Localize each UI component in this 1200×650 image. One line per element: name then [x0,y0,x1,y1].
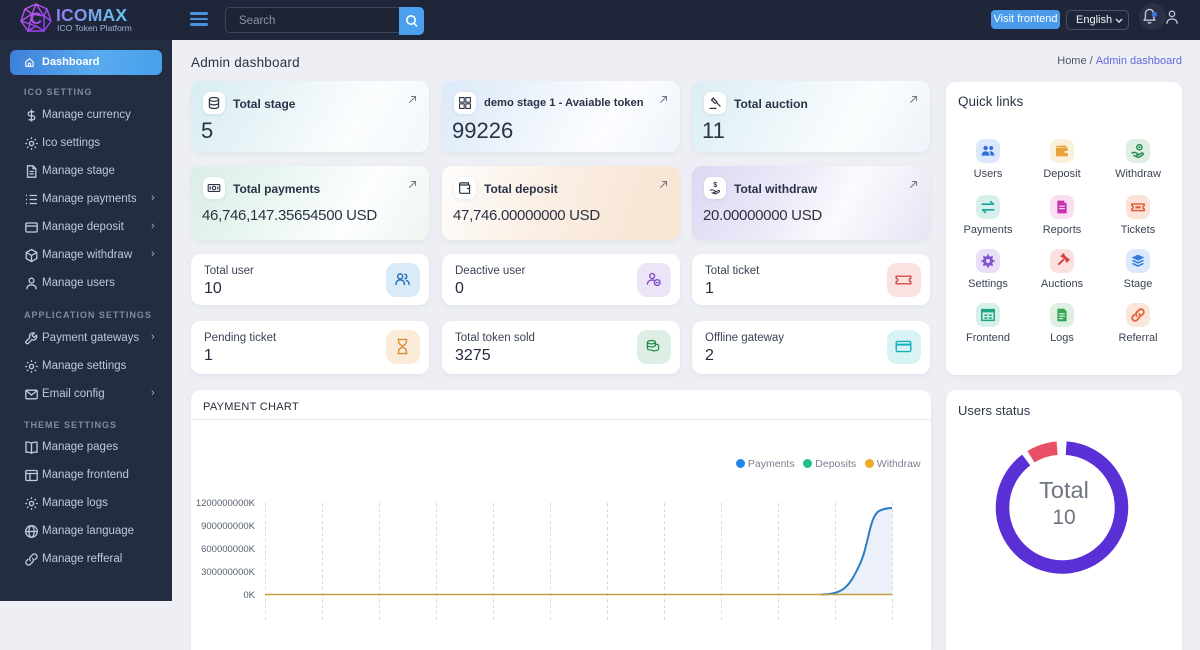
svg-text:ICOMAX: ICOMAX [56,5,127,25]
svg-text:ICO Token Platform: ICO Token Platform [57,23,132,33]
svg-text:C: C [30,9,42,28]
svg-text:$: $ [713,182,717,189]
